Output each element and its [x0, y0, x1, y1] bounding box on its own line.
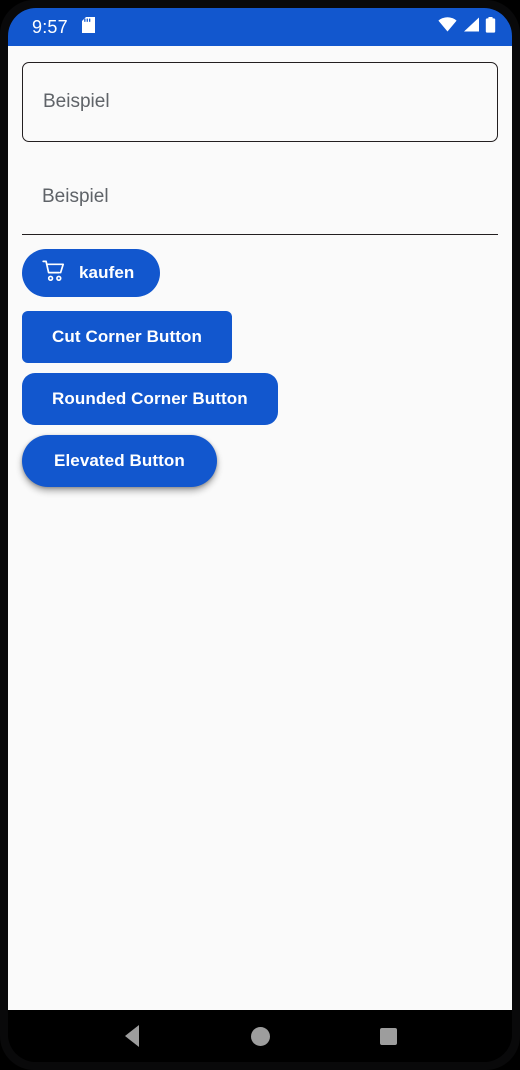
buy-button-label: kaufen: [79, 263, 135, 282]
back-triangle-icon: [125, 1025, 139, 1047]
app-content: kaufen Cut Corner Button Rounded Corner …: [8, 46, 512, 1010]
elevated-button-label: Elevated Button: [54, 451, 185, 470]
nav-home-button[interactable]: [238, 1014, 282, 1058]
underlined-textfield-container: [22, 172, 498, 235]
cut-corner-button-label: Cut Corner Button: [52, 327, 202, 346]
cellular-signal-icon: [462, 17, 480, 37]
status-clock: 9:57: [32, 16, 68, 37]
buy-button[interactable]: kaufen: [22, 249, 161, 297]
button-stack: kaufen Cut Corner Button Rounded Corner …: [22, 235, 498, 487]
rounded-corner-button[interactable]: Rounded Corner Button: [22, 373, 278, 425]
underlined-text-input[interactable]: [22, 186, 498, 220]
rounded-corner-button-label: Rounded Corner Button: [52, 389, 248, 408]
outlined-textfield-container: [22, 62, 498, 142]
battery-icon: [485, 16, 496, 38]
status-bar-left: 9:57: [32, 16, 95, 38]
status-bar-right: [438, 16, 496, 38]
device-screen: 9:57 Beispiel Beispiel kaufen Cut Corner…: [8, 8, 512, 1062]
nav-recents-button[interactable]: [366, 1014, 410, 1058]
shopping-cart-icon: [42, 260, 65, 287]
wifi-icon: [438, 17, 457, 37]
phone-frame: 9:57 Beispiel Beispiel kaufen Cut Corner…: [0, 0, 520, 1070]
home-circle-icon: [250, 1026, 270, 1046]
nav-back-button[interactable]: [110, 1014, 154, 1058]
recents-square-icon: [379, 1027, 397, 1045]
android-navigation-bar: [8, 1010, 512, 1062]
sd-card-icon: [81, 16, 95, 38]
status-bar: 9:57: [8, 8, 512, 46]
outlined-text-input[interactable]: [22, 62, 498, 142]
cut-corner-button[interactable]: Cut Corner Button: [22, 311, 232, 363]
elevated-button[interactable]: Elevated Button: [22, 435, 217, 487]
